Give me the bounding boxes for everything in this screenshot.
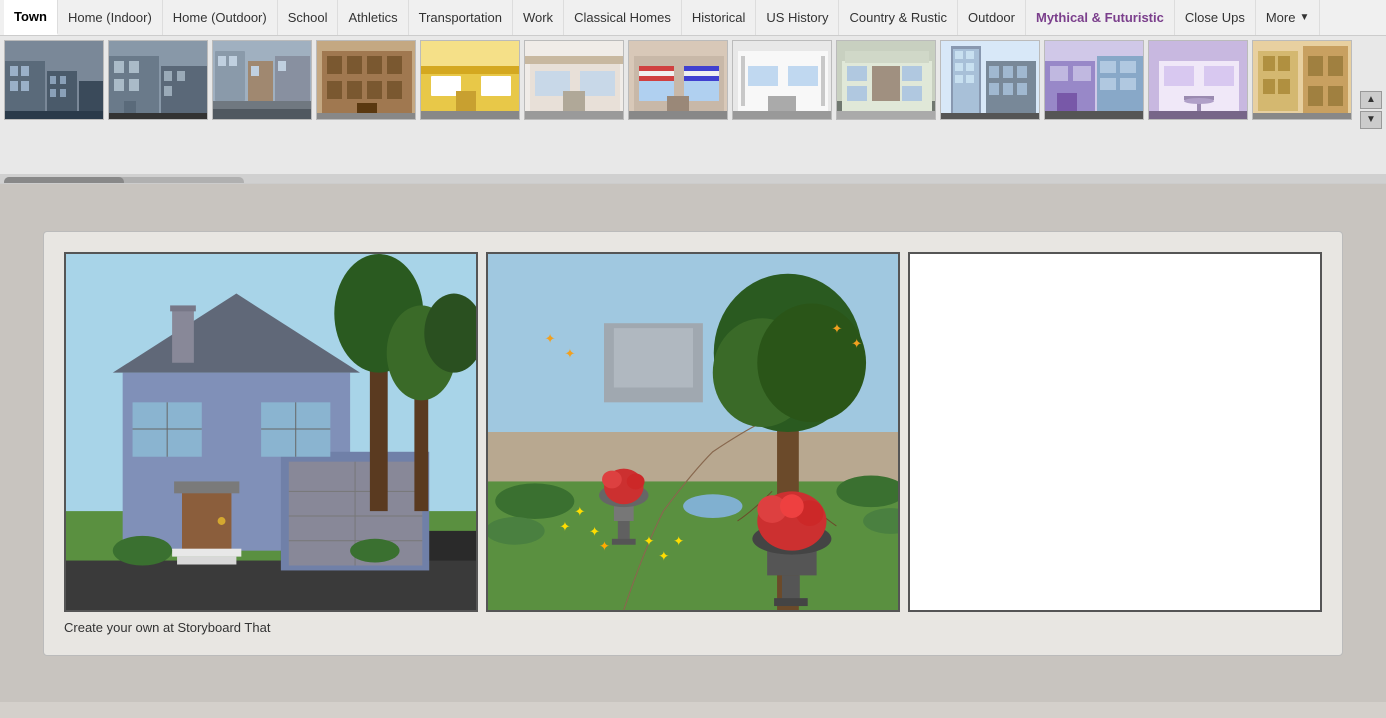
main-content: ✦ ✦ ✦ ✦ ✦ ✦ ✦ ✦ ✦ ✦ ✦ ✦ ✦ <box>0 184 1386 702</box>
nav-item-transportation[interactable]: Transportation <box>409 0 513 35</box>
svg-text:✦: ✦ <box>574 504 585 519</box>
panel-2[interactable]: ✦ ✦ ✦ ✦ ✦ ✦ ✦ ✦ ✦ ✦ ✦ ✦ ✦ <box>486 252 900 612</box>
nav-item-outdoor[interactable]: Outdoor <box>958 0 1026 35</box>
storyboard-panels: ✦ ✦ ✦ ✦ ✦ ✦ ✦ ✦ ✦ ✦ ✦ ✦ ✦ <box>64 252 1322 612</box>
thumbnail-12[interactable] <box>1148 40 1248 120</box>
svg-text:✦: ✦ <box>564 345 575 360</box>
thumbnail-13[interactable] <box>1252 40 1352 120</box>
nav-item-country-rustic[interactable]: Country & Rustic <box>839 0 958 35</box>
thumbnail-9[interactable] <box>836 40 936 120</box>
thumbnail-2[interactable] <box>108 40 208 120</box>
thumbnail-7[interactable] <box>628 40 728 120</box>
svg-text:✦: ✦ <box>545 331 556 346</box>
nav-item-athletics[interactable]: Athletics <box>338 0 408 35</box>
nav-item-close-ups[interactable]: Close Ups <box>1175 0 1256 35</box>
svg-text:✦: ✦ <box>831 321 842 336</box>
nav-item-home-indoor[interactable]: Home (Indoor) <box>58 0 163 35</box>
svg-text:✦: ✦ <box>673 533 684 548</box>
nav-bar: Town Home (Indoor) Home (Outdoor) School… <box>0 0 1386 36</box>
svg-text:✦: ✦ <box>599 538 610 553</box>
thumbnail-5[interactable] <box>420 40 520 120</box>
nav-item-mythical-futuristic[interactable]: Mythical & Futuristic <box>1026 0 1175 35</box>
thumbnail-3[interactable] <box>212 40 312 120</box>
storyboard-container: ✦ ✦ ✦ ✦ ✦ ✦ ✦ ✦ ✦ ✦ ✦ ✦ ✦ <box>43 231 1343 656</box>
thumbnail-strip: ▲ ▼ <box>0 36 1386 184</box>
thumbnail-11[interactable] <box>1044 40 1144 120</box>
nav-item-home-outdoor[interactable]: Home (Outdoor) <box>163 0 278 35</box>
thumbnail-4[interactable] <box>316 40 416 120</box>
nav-item-work[interactable]: Work <box>513 0 564 35</box>
nav-item-school[interactable]: School <box>278 0 339 35</box>
nav-item-town[interactable]: Town <box>4 0 58 35</box>
scrollbar-thumb[interactable] <box>4 177 124 184</box>
nav-item-historical[interactable]: Historical <box>682 0 756 35</box>
thumbnail-10[interactable] <box>940 40 1040 120</box>
nav-item-more[interactable]: More ▼ <box>1256 0 1321 35</box>
panel-1[interactable] <box>64 252 478 612</box>
storyboard-caption: Create your own at Storyboard That <box>64 620 270 635</box>
scroll-controls: ▲ ▼ <box>1360 91 1382 129</box>
thumbnail-1[interactable] <box>4 40 104 120</box>
thumbnail-8[interactable] <box>732 40 832 120</box>
svg-text:✦: ✦ <box>589 523 600 538</box>
scrollbar-track[interactable] <box>4 177 244 184</box>
scrollbar-area <box>0 174 1386 184</box>
svg-text:✦: ✦ <box>560 518 571 533</box>
panel-2-scene: ✦ ✦ ✦ ✦ ✦ ✦ ✦ ✦ ✦ ✦ ✦ ✦ ✦ <box>488 254 898 610</box>
svg-text:✦: ✦ <box>851 335 862 350</box>
nav-item-classical-homes[interactable]: Classical Homes <box>564 0 682 35</box>
svg-text:✦: ✦ <box>658 548 669 563</box>
thumbnail-scroll-area[interactable] <box>0 36 1386 174</box>
panel-3[interactable] <box>908 252 1322 612</box>
nav-item-us-history[interactable]: US History <box>756 0 839 35</box>
scroll-down-button[interactable]: ▼ <box>1360 111 1382 129</box>
scroll-up-button[interactable]: ▲ <box>1360 91 1382 109</box>
dropdown-arrow-icon: ▼ <box>1299 12 1309 23</box>
thumbnail-6[interactable] <box>524 40 624 120</box>
panel-1-scene <box>66 254 476 610</box>
svg-text:✦: ✦ <box>644 533 655 548</box>
